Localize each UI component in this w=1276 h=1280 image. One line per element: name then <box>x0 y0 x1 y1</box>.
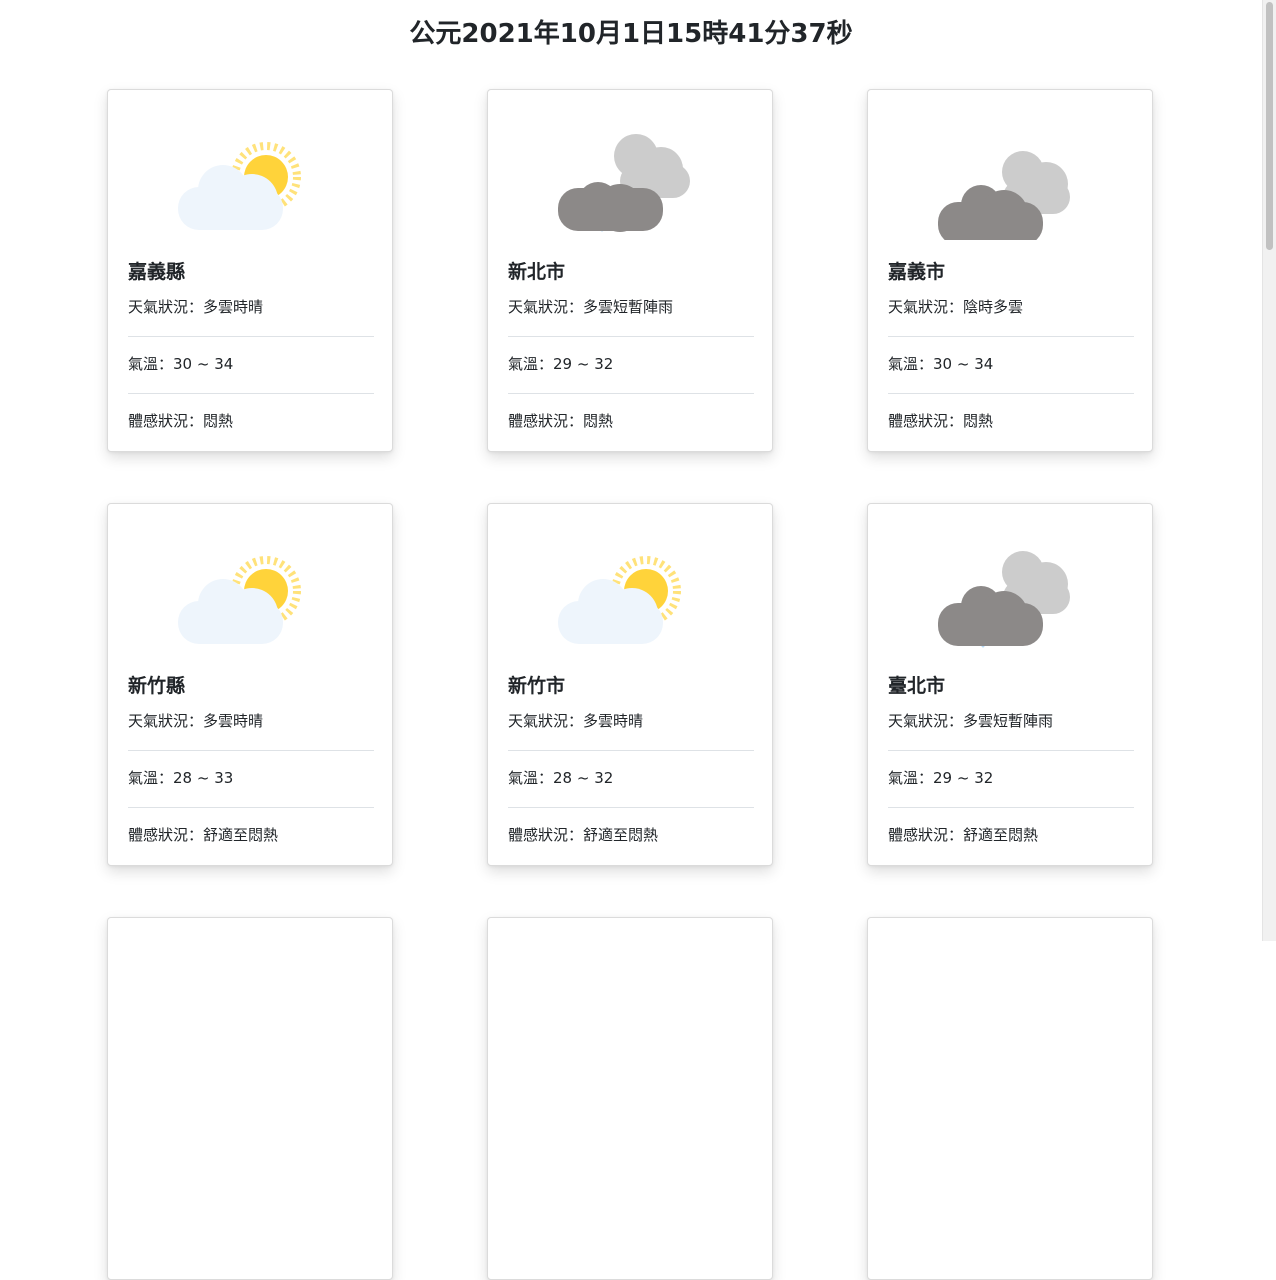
city-name: 嘉義縣 <box>128 261 186 283</box>
weather-label: 天氣狀況： <box>888 712 964 730</box>
comfort-row: 體感狀況：舒適至悶熱 <box>888 824 1134 846</box>
weather-card: 臺北市 天氣狀況：多雲短暫陣雨 氣溫：29 ~ 32 體感狀況：舒適至悶熱 <box>867 503 1153 866</box>
weather-card: 新北市 天氣狀況：多雲短暫陣雨 氣溫：29 ~ 32 體感狀況：悶熱 <box>487 89 773 452</box>
temperature-label: 氣溫： <box>128 769 174 787</box>
city-name: 新竹縣 <box>128 675 186 697</box>
temperature-row: 氣溫：29 ~ 32 <box>508 353 754 375</box>
divider <box>128 336 374 337</box>
weather-value: 多雲短暫陣雨 <box>963 712 1054 730</box>
divider <box>128 393 374 394</box>
weather-row: 天氣狀況：多雲時晴 <box>128 296 374 318</box>
divider <box>508 750 754 751</box>
weather-row: 天氣狀況：多雲時晴 <box>128 710 374 732</box>
rain-cloud-icon <box>928 534 1098 654</box>
temperature-row: 氣溫：29 ~ 32 <box>888 767 1134 789</box>
comfort-value: 悶熱 <box>583 412 614 430</box>
temperature-row: 氣溫：30 ~ 34 <box>888 353 1134 375</box>
overcast-cloud-icon <box>928 120 1098 240</box>
rain-cloud-icon <box>548 120 718 240</box>
comfort-value: 舒適至悶熱 <box>583 826 659 844</box>
comfort-row: 體感狀況：悶熱 <box>508 410 754 432</box>
divider <box>888 750 1134 751</box>
weather-value: 陰時多雲 <box>963 298 1024 316</box>
weather-label: 天氣狀況： <box>508 298 584 316</box>
weather-row: 天氣狀況：陰時多雲 <box>888 296 1134 318</box>
weather-label: 天氣狀況： <box>128 712 204 730</box>
sun-behind-cloud-icon <box>168 534 338 654</box>
temperature-value: 28 ~ 32 <box>553 769 614 787</box>
comfort-value: 悶熱 <box>203 412 234 430</box>
temperature-value: 30 ~ 34 <box>933 355 994 373</box>
divider <box>128 750 374 751</box>
weather-label: 天氣狀況： <box>508 712 584 730</box>
vertical-scrollbar[interactable] <box>1262 0 1276 941</box>
divider <box>888 807 1134 808</box>
comfort-row: 體感狀況：舒適至悶熱 <box>128 824 374 846</box>
weather-row: 天氣狀況：多雲短暫陣雨 <box>888 710 1134 732</box>
weather-card: 嘉義市 天氣狀況：陰時多雲 氣溫：30 ~ 34 體感狀況：悶熱 <box>867 89 1153 452</box>
temperature-label: 氣溫： <box>508 769 554 787</box>
temperature-label: 氣溫： <box>508 355 554 373</box>
weather-label: 天氣狀況： <box>888 298 964 316</box>
comfort-value: 舒適至悶熱 <box>963 826 1039 844</box>
divider <box>508 393 754 394</box>
weather-value: 多雲時晴 <box>203 298 264 316</box>
temperature-value: 28 ~ 33 <box>173 769 234 787</box>
page-title: 公元2021年10月1日15時41分37秒 <box>409 19 853 49</box>
comfort-row: 體感狀況：悶熱 <box>888 410 1134 432</box>
sun-behind-cloud-icon <box>168 120 338 240</box>
scrollbar-thumb[interactable] <box>1266 2 1273 250</box>
temperature-value: 29 ~ 32 <box>553 355 614 373</box>
city-name: 臺北市 <box>888 675 946 697</box>
temperature-label: 氣溫： <box>888 355 934 373</box>
weather-card-partial <box>867 917 1153 1280</box>
sun-behind-cloud-icon <box>548 534 718 654</box>
divider <box>508 336 754 337</box>
comfort-label: 體感狀況： <box>128 826 204 844</box>
temperature-label: 氣溫： <box>128 355 174 373</box>
temperature-label: 氣溫： <box>888 769 934 787</box>
city-name: 新北市 <box>508 261 566 283</box>
temperature-value: 30 ~ 34 <box>173 355 234 373</box>
comfort-row: 體感狀況：舒適至悶熱 <box>508 824 754 846</box>
city-name: 新竹市 <box>508 675 566 697</box>
weather-card-partial <box>107 917 393 1280</box>
divider <box>128 807 374 808</box>
comfort-label: 體感狀況： <box>508 826 584 844</box>
divider <box>888 393 1134 394</box>
comfort-value: 舒適至悶熱 <box>203 826 279 844</box>
comfort-label: 體感狀況： <box>888 826 964 844</box>
temperature-row: 氣溫：28 ~ 32 <box>508 767 754 789</box>
temperature-row: 氣溫：30 ~ 34 <box>128 353 374 375</box>
weather-card-partial <box>487 917 773 1280</box>
comfort-value: 悶熱 <box>963 412 994 430</box>
temperature-row: 氣溫：28 ~ 33 <box>128 767 374 789</box>
weather-card: 嘉義縣 天氣狀況：多雲時晴 氣溫：30 ~ 34 體感狀況：悶熱 <box>107 89 393 452</box>
weather-row: 天氣狀況：多雲時晴 <box>508 710 754 732</box>
comfort-label: 體感狀況： <box>888 412 964 430</box>
weather-value: 多雲短暫陣雨 <box>583 298 674 316</box>
weather-card: 新竹市 天氣狀況：多雲時晴 氣溫：28 ~ 32 體感狀況：舒適至悶熱 <box>487 503 773 866</box>
weather-value: 多雲時晴 <box>583 712 644 730</box>
city-name: 嘉義市 <box>888 261 946 283</box>
weather-row: 天氣狀況：多雲短暫陣雨 <box>508 296 754 318</box>
weather-value: 多雲時晴 <box>203 712 264 730</box>
divider <box>508 807 754 808</box>
comfort-label: 體感狀況： <box>128 412 204 430</box>
temperature-value: 29 ~ 32 <box>933 769 994 787</box>
comfort-label: 體感狀況： <box>508 412 584 430</box>
divider <box>888 336 1134 337</box>
comfort-row: 體感狀況：悶熱 <box>128 410 374 432</box>
weather-card: 新竹縣 天氣狀況：多雲時晴 氣溫：28 ~ 33 體感狀況：舒適至悶熱 <box>107 503 393 866</box>
weather-label: 天氣狀況： <box>128 298 204 316</box>
